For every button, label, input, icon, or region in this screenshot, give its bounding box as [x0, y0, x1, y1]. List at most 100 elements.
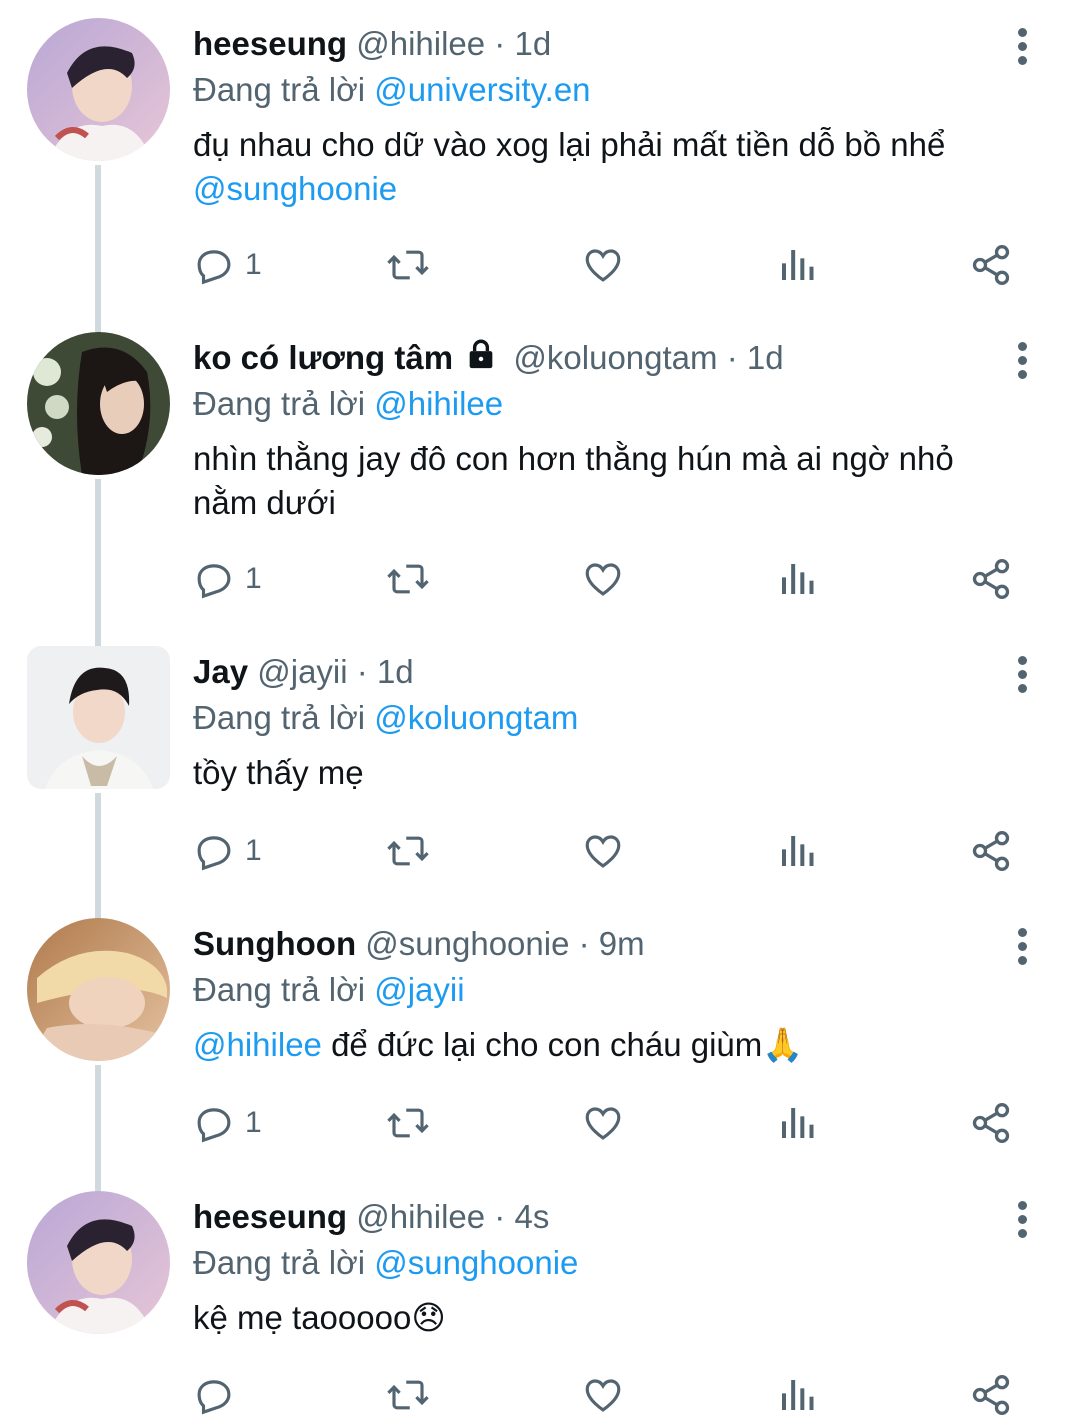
tweet[interactable]: heeseung @hihilee · 4s Đang trả lời @sun… — [0, 1173, 1080, 1417]
more-options-icon[interactable] — [1010, 28, 1034, 68]
timestamp[interactable]: 1d — [747, 339, 784, 376]
share-button[interactable] — [969, 829, 1013, 873]
views-button[interactable] — [777, 243, 817, 287]
replying-to-mention[interactable]: @university.en — [374, 71, 590, 108]
action-bar: 1 — [193, 557, 1023, 601]
reply-thread: heeseung @hihilee · 1d Đang trả lời @uni… — [0, 0, 1080, 1417]
reply-button[interactable] — [193, 1373, 245, 1417]
views-button[interactable] — [777, 1101, 817, 1145]
retweet-button[interactable] — [385, 557, 431, 601]
action-bar: 1 — [193, 243, 1023, 287]
like-button[interactable] — [581, 1373, 625, 1417]
tweet[interactable]: ko có lương tâm @koluongtam · 1d Đang tr… — [0, 314, 1080, 649]
share-icon — [972, 1103, 1010, 1143]
avatar[interactable] — [27, 332, 170, 475]
replying-to: Đang trả lời @hihilee — [193, 382, 503, 426]
views-button[interactable] — [777, 1373, 817, 1417]
more-options-icon[interactable] — [1010, 342, 1034, 382]
tweet-text: tồy thấy mẹ — [193, 751, 1023, 795]
retweet-button[interactable] — [385, 243, 431, 287]
tweet-header: Jay @jayii · 1d — [193, 650, 414, 694]
tweet-header: Sunghoon @sunghoonie · 9m — [193, 922, 645, 966]
separator-dot: · — [494, 1198, 506, 1235]
like-icon — [585, 563, 621, 596]
action-bar: 1 — [193, 1101, 1023, 1145]
retweet-icon — [387, 1380, 429, 1410]
like-button[interactable] — [581, 243, 625, 287]
like-button[interactable] — [581, 1101, 625, 1145]
tweet-mention[interactable]: @hihilee — [193, 1026, 322, 1063]
user-handle[interactable]: @sunghoonie — [365, 925, 569, 962]
user-handle[interactable]: @hihilee — [356, 1198, 485, 1235]
avatar[interactable] — [27, 1191, 170, 1334]
tweet-header: ko có lương tâm @koluongtam · 1d — [193, 336, 784, 380]
display-name[interactable]: heeseung — [193, 25, 347, 62]
replying-to: Đang trả lời @jayii — [193, 968, 465, 1012]
reply-icon — [197, 1380, 231, 1415]
more-options-icon[interactable] — [1010, 656, 1034, 696]
replying-to-label: Đang trả lời — [193, 71, 366, 108]
action-bar — [193, 1373, 1023, 1417]
retweet-button[interactable] — [385, 1101, 431, 1145]
share-button[interactable] — [969, 557, 1013, 601]
timestamp[interactable]: 1d — [514, 25, 551, 62]
display-name[interactable]: ko có lương tâm — [193, 339, 453, 376]
retweet-button[interactable] — [385, 1373, 431, 1417]
like-icon — [585, 835, 621, 868]
tweet-text: nhìn thằng jay đô con hơn thằng hún mà a… — [193, 437, 1023, 525]
timestamp[interactable]: 1d — [377, 653, 414, 690]
replying-to: Đang trả lời @sunghoonie — [193, 1241, 578, 1285]
reply-button[interactable]: 1 — [193, 1101, 262, 1145]
replying-to-label: Đang trả lời — [193, 699, 366, 736]
more-options-icon[interactable] — [1010, 1201, 1034, 1241]
tweet-text-segment: nhìn thằng jay đô con hơn thằng hún mà a… — [193, 440, 954, 521]
thread-connector — [95, 479, 101, 649]
retweet-button[interactable] — [385, 829, 431, 873]
tweet[interactable]: Jay @jayii · 1d Đang trả lời @koluongtam… — [0, 628, 1080, 921]
reply-icon — [197, 250, 231, 285]
separator-dot: · — [356, 653, 368, 690]
user-handle[interactable]: @hihilee — [356, 25, 485, 62]
replying-to-mention[interactable]: @koluongtam — [374, 699, 578, 736]
reply-count: 1 — [245, 562, 262, 595]
reply-button[interactable]: 1 — [193, 829, 262, 873]
share-button[interactable] — [969, 1101, 1013, 1145]
more-options-icon[interactable] — [1010, 928, 1034, 968]
avatar[interactable] — [27, 918, 170, 1061]
display-name[interactable]: heeseung — [193, 1198, 347, 1235]
user-handle[interactable]: @koluongtam — [513, 339, 717, 376]
reply-count: 1 — [245, 834, 262, 867]
replying-to: Đang trả lời @university.en — [193, 68, 591, 112]
share-button[interactable] — [969, 1373, 1013, 1417]
user-handle[interactable]: @jayii — [257, 653, 347, 690]
tweet-text: đụ nhau cho dữ vào xog lại phải mất tiền… — [193, 123, 1023, 211]
timestamp[interactable]: 9m — [599, 925, 645, 962]
retweet-icon — [387, 250, 429, 280]
views-button[interactable] — [777, 557, 817, 601]
timestamp[interactable]: 4s — [514, 1198, 549, 1235]
reply-button[interactable]: 1 — [193, 243, 262, 287]
tweet[interactable]: heeseung @hihilee · 1d Đang trả lời @uni… — [0, 0, 1080, 335]
like-icon — [585, 249, 621, 282]
avatar[interactable] — [27, 646, 170, 789]
replying-to-label: Đang trả lời — [193, 971, 366, 1008]
reply-icon — [197, 564, 231, 599]
replying-to-mention[interactable]: @jayii — [374, 971, 464, 1008]
replying-to-mention[interactable]: @sunghoonie — [374, 1244, 578, 1281]
tweet-mention[interactable]: @sunghoonie — [193, 170, 397, 207]
avatar[interactable] — [27, 18, 170, 161]
tweet[interactable]: Sunghoon @sunghoonie · 9m Đang trả lời @… — [0, 900, 1080, 1193]
separator-dot: · — [494, 25, 506, 62]
display-name[interactable]: Sunghoon — [193, 925, 356, 962]
reply-button[interactable]: 1 — [193, 557, 262, 601]
views-button[interactable] — [777, 829, 817, 873]
like-button[interactable] — [581, 829, 625, 873]
display-name[interactable]: Jay — [193, 653, 248, 690]
retweet-icon — [387, 1108, 429, 1138]
like-button[interactable] — [581, 557, 625, 601]
reply-icon — [197, 836, 231, 871]
tweet-text: @hihilee để đức lại cho con cháu giùm🙏 — [193, 1023, 1023, 1067]
share-button[interactable] — [969, 243, 1013, 287]
replying-to-mention[interactable]: @hihilee — [374, 385, 503, 422]
views-icon — [782, 1380, 814, 1410]
